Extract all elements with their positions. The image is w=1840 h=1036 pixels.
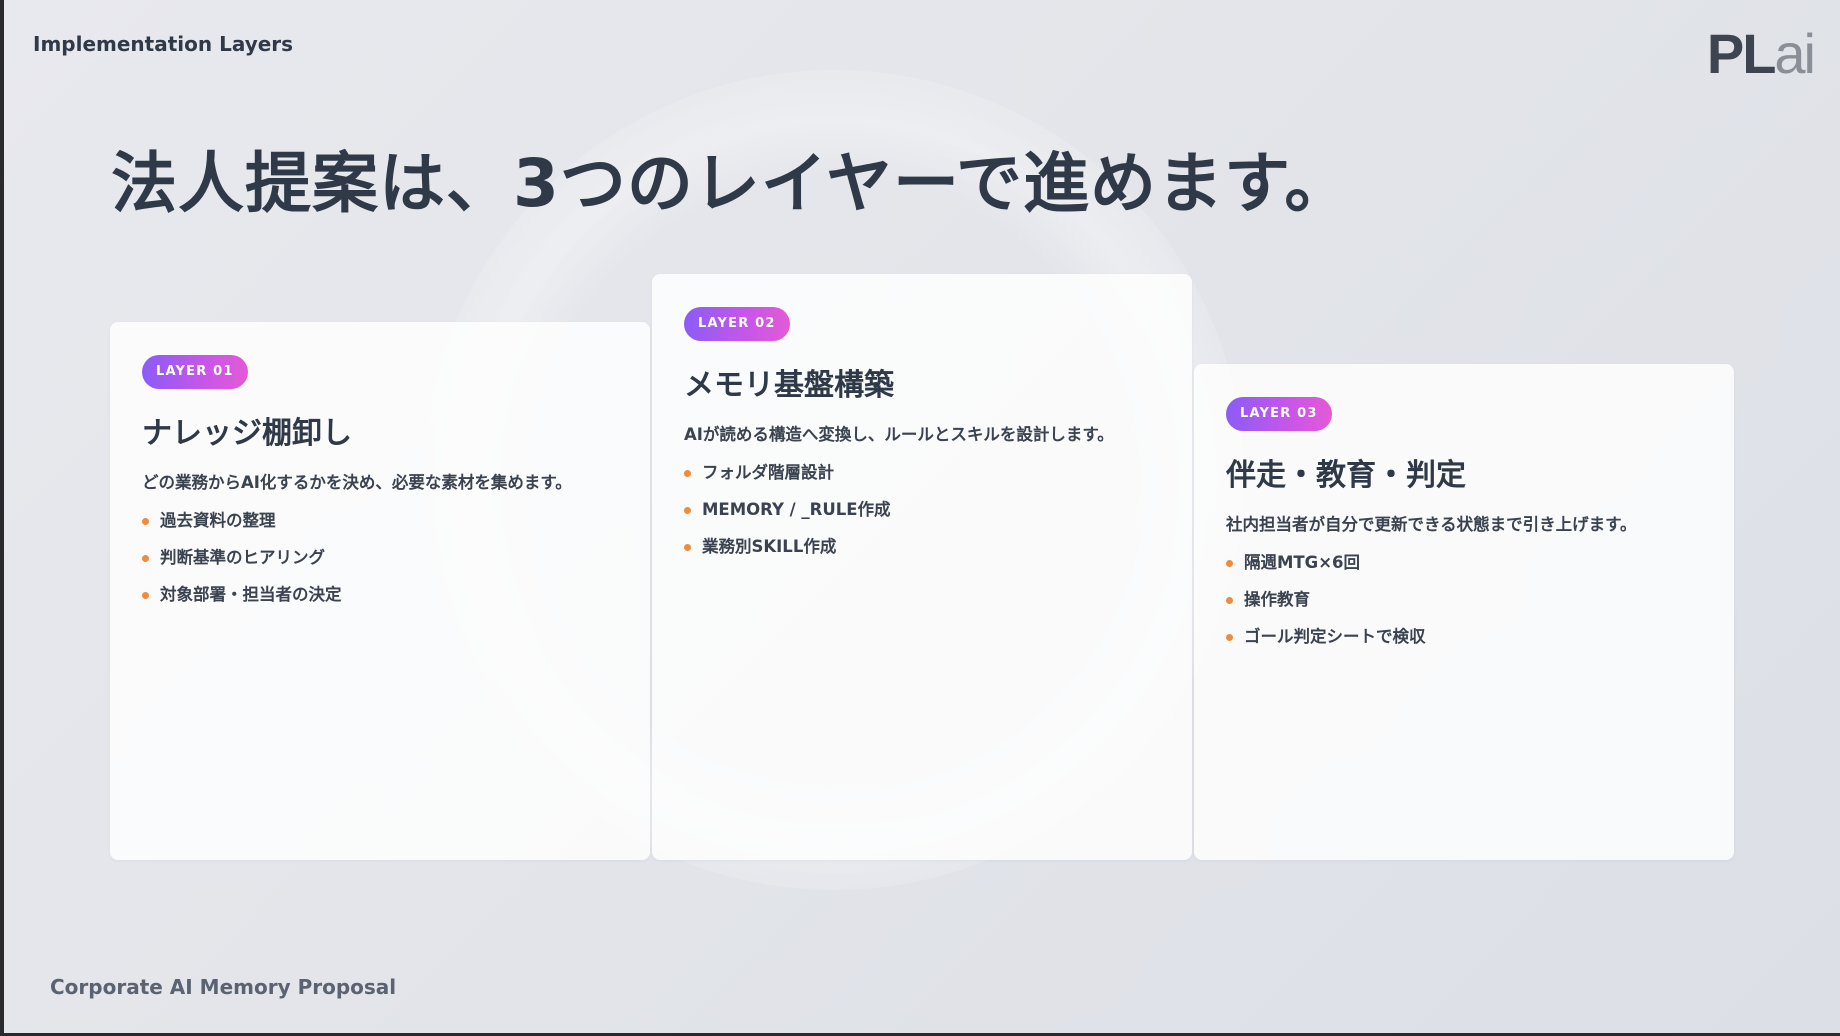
bullet-list: フォルダ階層設計 MEMORY / _RULE作成 業務別SKILL作成: [684, 461, 1160, 572]
bullet-item: 操作教育: [1226, 588, 1702, 625]
layer-card-1: LAYER 01 ナレッジ棚卸し どの業務からAI化するかを決め、必要な素材を集…: [110, 322, 650, 860]
layer-badge: LAYER 03: [1226, 397, 1332, 431]
bullet-item: フォルダ階層設計: [684, 461, 1160, 498]
bullet-dot-icon: [684, 544, 691, 551]
plai-logo: PLai: [1706, 22, 1816, 85]
bullet-dot-icon: [684, 470, 691, 477]
bullet-dot-icon: [142, 592, 149, 599]
bullet-item: 判断基準のヒアリング: [142, 546, 618, 583]
bullet-item: 業務別SKILL作成: [684, 535, 1160, 572]
slide: Implementation Layers PLai 法人提案は、3つのレイヤー…: [4, 0, 1840, 1033]
layer-card-2: LAYER 02 メモリ基盤構築 AIが読める構造へ変換し、ルールとスキルを設計…: [652, 274, 1192, 860]
bullet-text: 業務別SKILL作成: [702, 537, 837, 556]
bullet-dot-icon: [1226, 634, 1233, 641]
logo-suffix-text: ai: [1774, 22, 1816, 85]
bullet-text: 対象部署・担当者の決定: [160, 585, 342, 604]
bullet-item: ゴール判定シートで検収: [1226, 625, 1702, 662]
section-label: Implementation Layers: [33, 32, 294, 56]
bullet-item: 隔週MTG×6回: [1226, 551, 1702, 588]
bullet-list: 隔週MTG×6回 操作教育 ゴール判定シートで検収: [1226, 551, 1702, 662]
layer-badge: LAYER 02: [684, 307, 790, 341]
bullet-dot-icon: [142, 518, 149, 525]
bullet-dot-icon: [1226, 597, 1233, 604]
card-description: 社内担当者が自分で更新できる状態まで引き上げます。: [1226, 515, 1637, 534]
bullet-list: 過去資料の整理 判断基準のヒアリング 対象部署・担当者の決定: [142, 509, 618, 620]
card-title: 伴走・教育・判定: [1226, 458, 1466, 493]
footer-label: Corporate AI Memory Proposal: [50, 975, 397, 999]
card-description: AIが読める構造へ変換し、ルールとスキルを設計します。: [684, 425, 1114, 444]
bullet-item: 対象部署・担当者の決定: [142, 583, 618, 620]
bullet-text: 隔週MTG×6回: [1244, 553, 1361, 572]
layer-card-3: LAYER 03 伴走・教育・判定 社内担当者が自分で更新できる状態まで引き上げ…: [1194, 364, 1734, 860]
bullet-dot-icon: [142, 555, 149, 562]
bullet-text: ゴール判定シートで検収: [1244, 627, 1426, 646]
bullet-item: MEMORY / _RULE作成: [684, 498, 1160, 535]
card-title: メモリ基盤構築: [684, 368, 894, 403]
bullet-text: 過去資料の整理: [160, 511, 276, 530]
bullet-text: MEMORY / _RULE作成: [702, 500, 891, 519]
bullet-text: 判断基準のヒアリング: [160, 548, 325, 567]
bullet-dot-icon: [1226, 560, 1233, 567]
card-title: ナレッジ棚卸し: [142, 416, 352, 451]
bullet-text: フォルダ階層設計: [702, 463, 834, 482]
logo-main-text: PL: [1706, 22, 1777, 85]
card-description: どの業務からAI化するかを決め、必要な素材を集めます。: [142, 473, 572, 492]
layer-badge: LAYER 01: [142, 355, 248, 389]
bullet-dot-icon: [684, 507, 691, 514]
bullet-text: 操作教育: [1244, 590, 1310, 609]
page-title: 法人提案は、3つのレイヤーで進めます。: [111, 145, 1352, 222]
bullet-item: 過去資料の整理: [142, 509, 618, 546]
